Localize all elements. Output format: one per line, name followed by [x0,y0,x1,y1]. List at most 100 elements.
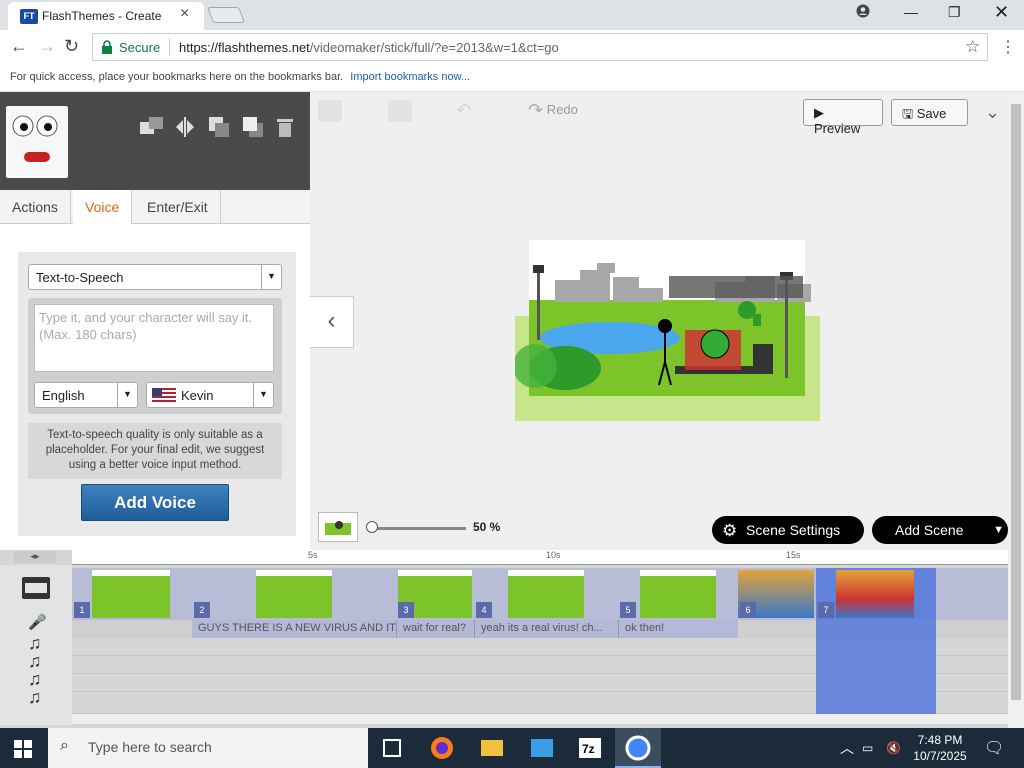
voice-clip[interactable]: ok then! [618,620,738,638]
speech-text-wrapper: Type it, and your character will say it.… [28,298,282,414]
add-voice-button[interactable]: Add Voice [81,484,229,521]
scene-thumbnail [508,570,584,618]
scene-block[interactable]: 5 [618,568,738,620]
more-menu-icon[interactable]: ⋮ [1000,37,1016,57]
scene-thumbnail [836,570,914,618]
network-icon[interactable]: ▭ [862,741,873,755]
timeline-zoom-handle[interactable]: ◂▸ [14,551,56,563]
voice-clip[interactable]: wait for real? [396,620,474,638]
secure-label: Secure [119,40,161,55]
voice-value: Kevin [181,388,214,403]
timeline-horizontal-scrollbar[interactable] [72,714,1008,724]
scene-number: 6 [740,602,756,618]
scene-block[interactable]: 4 [474,568,618,620]
music-note-icon: ♫ [28,687,42,707]
reload-icon[interactable]: ↻ [64,36,79,57]
gear-icon: ⚙ [722,521,738,540]
paint-app-icon[interactable] [519,728,565,768]
floppy-icon: 🖫 [902,106,914,121]
preview-label: Preview [814,121,861,136]
tab-actions[interactable]: Actions [0,190,71,224]
chevron-down-icon: ▼ [117,383,137,407]
collapse-panel-button[interactable]: ‹ [310,296,354,348]
forward-icon[interactable]: → [38,36,56,57]
file-explorer-icon[interactable] [469,728,515,768]
move-back-icon[interactable] [208,116,232,138]
taskbar-search-box[interactable]: ⌕ Type here to search [48,728,368,768]
save-label: Save [916,106,947,121]
zoom-slider-track[interactable] [372,527,466,530]
scene-block[interactable]: 3 [396,568,474,620]
scrollbar-thumb[interactable] [1011,104,1021,700]
timeline-ruler: 5s 10s 15s [72,550,1008,565]
add-scene-button[interactable]: Add Scene ▼ [872,516,1008,544]
voice-clip[interactable]: GUYS THERE IS A NEW VIRUS AND IT... [192,620,396,638]
track-icons: 🎤 ♫ ♫ ♫ ♫ [0,565,72,725]
profile-icon[interactable] [856,4,870,18]
tab-voice[interactable]: Voice [73,190,133,224]
chevron-down-icon[interactable]: ⌄ [985,102,1000,123]
scene-number: 4 [476,602,492,618]
volume-muted-icon[interactable]: 🔇 [886,741,901,755]
chrome-icon[interactable] [615,728,661,768]
import-bookmarks-link[interactable]: Import bookmarks now... [350,71,470,83]
bookmark-star-icon[interactable]: ☆ [965,37,980,57]
scene-block-selected[interactable]: 7 [816,568,936,620]
windows-start-icon[interactable] [14,740,32,758]
ruler-label: 15s [786,550,801,560]
browser-tab[interactable]: FT FlashThemes - Create × [8,2,204,30]
speech-text-input[interactable]: Type it, and your character will say it.… [34,304,274,372]
browser-toolbar: ← → ↻ Secure https://flashthemes.net/vid… [0,30,1024,64]
minimize-icon[interactable]: — [904,4,918,20]
url-path: /videomaker/stick/full/?e=2013&w=1&ct=go [309,40,559,55]
notifications-icon[interactable]: 🗨 [984,738,1004,758]
paste-icon[interactable] [388,100,412,122]
panel-tabs: Actions Voice Enter/Exit [0,190,310,224]
scene-block[interactable]: 2 [192,568,396,620]
7zip-icon[interactable]: 7z [567,728,613,768]
clock[interactable]: 7:48 PM 10/7/2025 [912,732,968,764]
scene-settings-button[interactable]: ⚙ Scene Settings [712,516,864,544]
back-icon[interactable]: ← [10,36,28,57]
vertical-scrollbar[interactable] [1008,92,1024,728]
taskbar-search-placeholder: Type here to search [88,739,212,755]
scene-mini-thumbnail[interactable] [318,512,358,542]
voice-mode-select[interactable]: Text-to-Speech ▼ [28,264,282,290]
copy-icon[interactable] [318,100,342,122]
scene-block[interactable]: 1 [72,568,192,620]
voice-select[interactable]: Kevin ▼ [146,382,274,408]
window-close-icon[interactable]: ✕ [994,2,1009,23]
chevron-up-icon[interactable]: ︿ [840,738,854,758]
lock-icon [101,40,113,54]
save-button[interactable]: 🖫 Save [891,99,968,126]
url-text[interactable]: https://flashthemes.net/videomaker/stick… [179,40,559,55]
firefox-icon[interactable] [419,728,465,768]
flip-icon[interactable] [174,116,198,138]
task-view-icon[interactable] [369,728,415,768]
scene-settings-label: Scene Settings [746,522,841,538]
restore-icon[interactable]: ❐ [948,4,961,21]
chevron-down-icon: ▼ [261,265,281,289]
tab-enter-exit[interactable]: Enter/Exit [135,190,221,224]
new-tab-button[interactable] [207,7,245,23]
address-bar[interactable]: Secure https://flashthemes.net/videomake… [92,33,988,61]
trash-icon[interactable] [275,116,299,138]
voice-clip[interactable]: yeah its a real virus! ch... [474,620,618,638]
redo-button[interactable]: ↷ Redo [528,100,578,121]
undo-icon[interactable]: ↶ [456,100,480,122]
preview-button[interactable]: ▶ Preview [803,99,883,136]
language-select[interactable]: English ▼ [34,382,138,408]
close-tab-icon[interactable]: × [180,5,189,23]
scene-block[interactable]: 6 [738,568,816,620]
swap-icon[interactable] [138,116,163,138]
scene-canvas[interactable] [515,240,820,421]
scene-thumbnail [92,570,170,618]
language-value: English [42,388,85,403]
chevron-down-icon[interactable]: ▼ [993,516,1004,544]
favicon: FT [20,9,38,24]
film-strip-icon [22,577,50,599]
ruler-label: 5s [308,550,318,560]
move-front-icon[interactable] [242,116,266,138]
browser-tabstrip: FT FlashThemes - Create × — ❐ ✕ [0,0,1024,30]
zoom-slider-handle[interactable] [366,521,378,533]
